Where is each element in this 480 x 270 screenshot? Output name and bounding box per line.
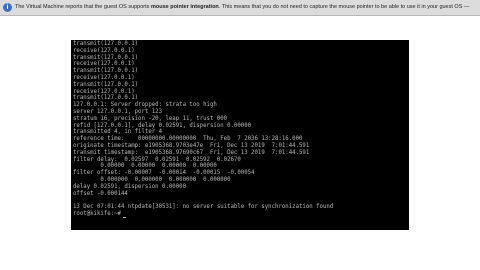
console-line: delay 0.02591, dispersion 0.00000 [73,183,186,190]
console-line: transmit(127.0.0.1) [73,95,139,102]
console-line: 0.000000 0.000000 0.000000 0.000000 [73,176,231,183]
console-line: transmit(127.0.0.1) [73,68,139,75]
mouse-integration-notification: i The Virtual Machine reports that the g… [0,0,480,16]
console-line: receive(127.0.0.1) [73,61,135,68]
console-line: reference time: 00000000.00000000 Thu, F… [73,136,303,143]
console-line: transmit(127.0.0.1) [73,54,139,61]
notification-text-part-end: . This means that you do not need to cap… [218,4,470,10]
console-line: offset -0.000144 [73,190,128,197]
notification-text-part: The Virtual Machine reports that the gue… [15,4,151,10]
console-line: 0.00000 0.00000 0.00000 0.00000 [73,163,217,170]
notification-text: The Virtual Machine reports that the gue… [15,3,474,12]
console-line: server 127.0.0.1, port 123 [73,108,163,115]
terminal-console[interactable]: transmit(127.0.0.1) receive(127.0.0.1) tra… [71,40,409,230]
console-line: transmit(127.0.0.1) [73,81,139,88]
console-line: originate timestamp: e1905368.9703e47e F… [73,142,310,149]
console-line: filter delay: 0.02597 0.02591 0.02592 0.… [73,156,241,163]
console-line: 13 Dec 07:01:44 ntpdate[30531]: no serve… [73,204,334,211]
text-cursor [122,216,126,218]
info-icon: i [3,3,12,12]
console-line: transmit timestamp: e1905368.97690c67 Fr… [73,149,310,156]
notification-text-bold: mouse pointer integration [150,4,219,10]
console-line: stratum 16, precision -20, leap 11, trus… [73,115,228,122]
console-line: filter offset: -0.00007 -0.00014 -0.0001… [73,170,255,177]
console-line: 127.0.0.1: Server dropped: strata too hi… [73,102,217,109]
console-line: transmit(127.0.0.1) [73,41,139,47]
console-line: transmitted 4, in filter 4 [73,129,163,136]
console-line: refid [127.0.0.1], delay 0.02591, disper… [73,122,252,129]
console-line: receive(127.0.0.1) [73,47,135,54]
console-line: receive(127.0.0.1) [73,88,135,95]
shell-prompt: root@kikife:~# [73,211,407,218]
console-line: receive(127.0.0.1) [73,74,135,81]
